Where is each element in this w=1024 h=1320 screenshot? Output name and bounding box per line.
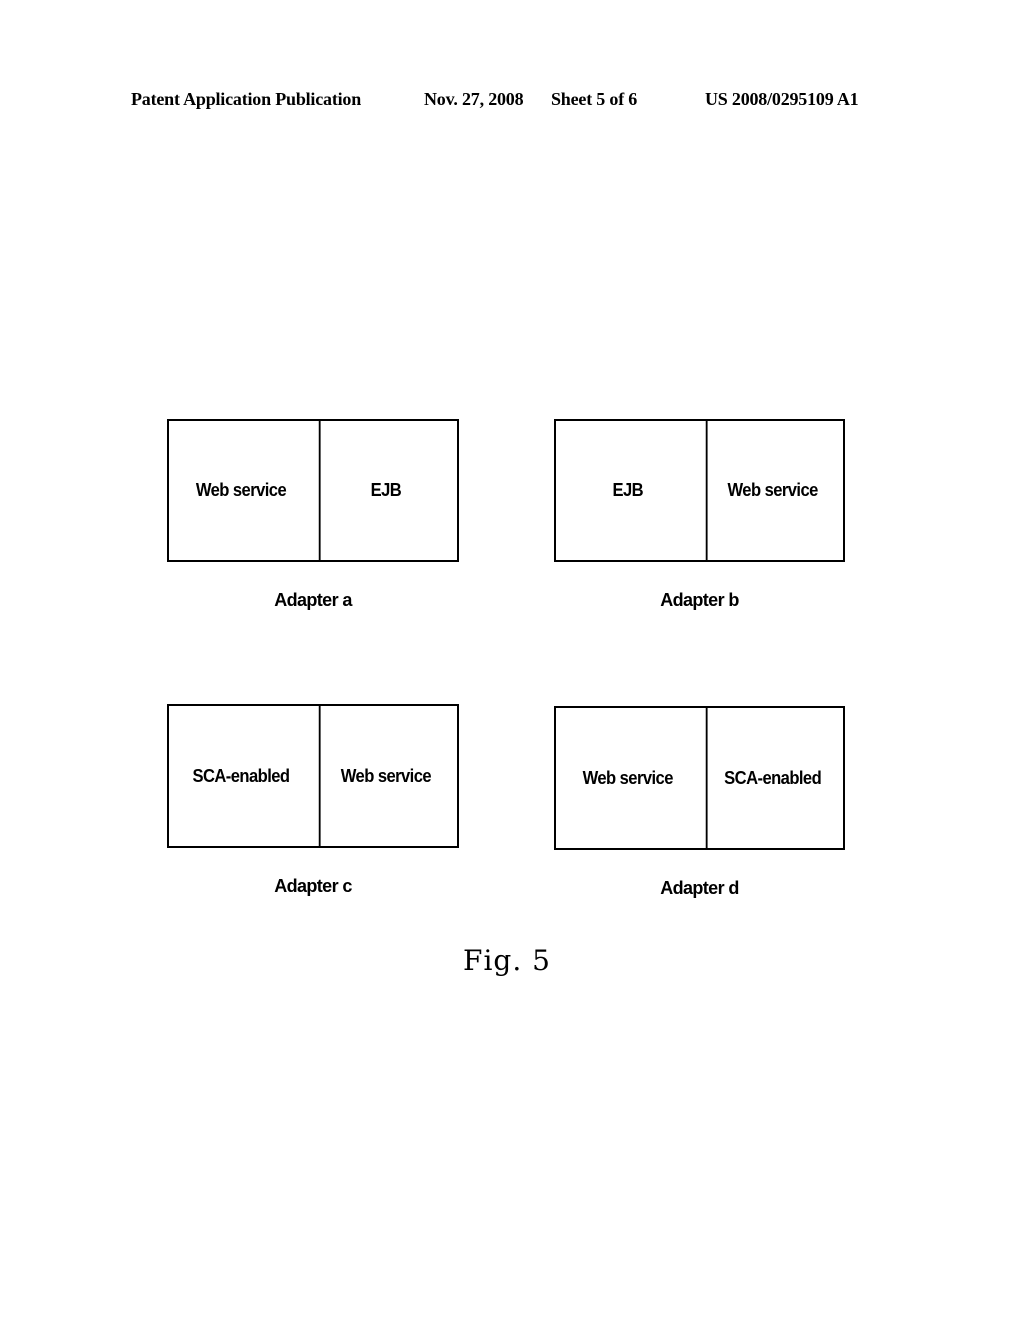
adapter-left-cell: Web service <box>175 421 307 560</box>
adapter-b: EJB Web service Adapter b <box>554 419 845 610</box>
adapter-a: Web service EJB Adapter a <box>167 419 459 610</box>
adapter-left-cell: SCA-enabled <box>175 706 307 846</box>
publication-number: US 2008/0295109 A1 <box>705 89 859 109</box>
adapter-left-label: Web service <box>195 480 287 500</box>
adapter-right-cell: Web service <box>705 421 837 560</box>
adapter-box: SCA-enabled Web service <box>167 704 459 848</box>
figure-label: Fig. 5 <box>463 944 551 977</box>
adapter-right-label: Web service <box>727 480 818 500</box>
adapter-right-label: SCA-enabled <box>723 767 822 788</box>
adapter-left-label: EJB <box>612 480 644 500</box>
adapter-caption: Adapter b <box>660 590 739 610</box>
adapter-right-cell: EJB <box>318 421 451 560</box>
adapter-box: Web service EJB <box>167 419 459 562</box>
adapter-caption: Adapter d <box>660 878 739 898</box>
adapter-c: SCA-enabled Web service Adapter c <box>167 704 459 896</box>
adapter-caption: Adapter a <box>274 590 352 610</box>
adapter-right-cell: Web service <box>318 706 451 846</box>
sheet-number: Sheet 5 of 6 <box>551 89 638 109</box>
adapter-caption: Adapter c <box>274 876 352 896</box>
adapter-left-label: Web service <box>582 767 674 788</box>
publication-type: Patent Application Publication <box>131 89 362 109</box>
adapter-right-label: Web service <box>340 765 432 786</box>
publication-date: Nov. 27, 2008 <box>424 89 524 109</box>
adapter-box: Web service SCA-enabled <box>554 706 845 850</box>
adapter-left-cell: Web service <box>562 708 694 848</box>
page-header: Patent Application Publication Nov. 27, … <box>0 89 1024 113</box>
adapter-left-cell: EJB <box>562 421 694 560</box>
adapter-left-label: SCA-enabled <box>192 765 290 786</box>
adapter-box: EJB Web service <box>554 419 845 562</box>
adapter-right-cell: SCA-enabled <box>705 708 837 848</box>
adapter-right-label: EJB <box>370 480 402 500</box>
adapter-d: Web service SCA-enabled Adapter d <box>554 706 845 898</box>
